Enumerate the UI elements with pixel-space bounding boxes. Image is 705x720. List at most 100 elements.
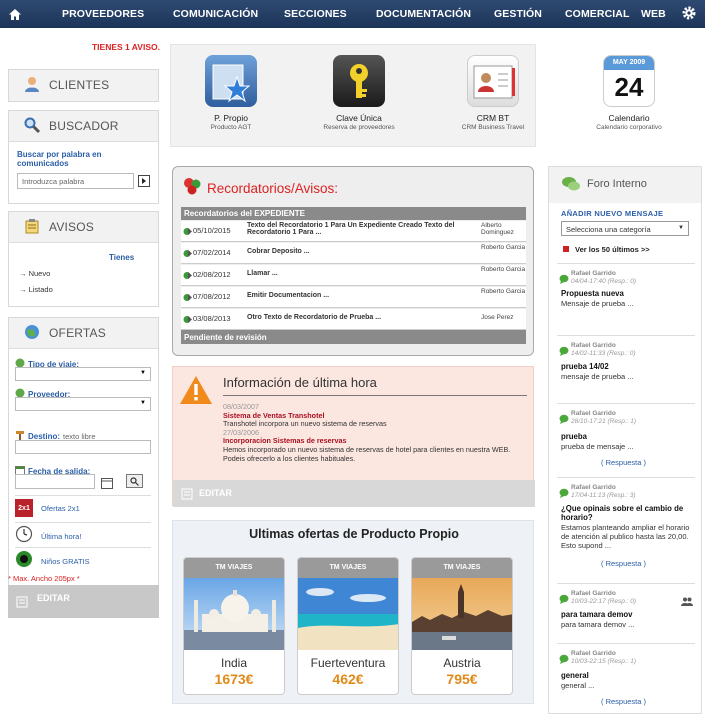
forum-post[interactable]: Rafael Garrido 04/04-17:40 (Resp.: 0) Pr… xyxy=(557,263,695,327)
reminder-row[interactable]: 02/08/2012 Llamar ... Roberto Garcia xyxy=(181,265,526,286)
post-title[interactable]: para tamara demov xyxy=(561,610,695,619)
info-title: Información de última hora xyxy=(223,375,377,390)
offer-brand: TM VIAJES xyxy=(184,558,284,578)
info-text: Hemos incorporado un nuevo sistema de re… xyxy=(223,444,511,463)
reply-link[interactable]: ( Respuesta ) xyxy=(601,458,646,467)
avisos-title: AVISOS xyxy=(49,220,94,234)
reminder-text: Cobrar Deposito ... xyxy=(247,248,310,255)
calendar-month: MAY 2009 xyxy=(604,56,654,70)
buscador-title: BUSCADOR xyxy=(49,119,119,133)
post-divider xyxy=(557,583,695,584)
arrow-right-icon xyxy=(142,178,147,184)
offer-card-fuerteventura[interactable]: TM VIAJES Fuerteventura 462€ xyxy=(297,557,399,695)
ninos-gratis-link[interactable]: Niños GRATIS xyxy=(15,550,90,573)
buscador-label: Buscar por palabra en comunicados xyxy=(17,150,102,168)
forum-post[interactable]: Rafael Garrido 17/04-11:13 (Resp.: 3) ¿Q… xyxy=(557,477,695,583)
proveedor-select[interactable] xyxy=(15,397,151,411)
ofertas-divider xyxy=(15,522,151,523)
reminder-text: Texto del Recordatorio 1 Para Un Expedie… xyxy=(247,222,455,236)
editar-left-label: EDITAR xyxy=(37,593,70,603)
reply-link[interactable]: ( Respuesta ) xyxy=(601,697,646,706)
ofertas-box: OFERTAS Tipo de viaje: Proveedor: Destin… xyxy=(8,317,159,598)
app-title: P. Propio xyxy=(214,113,248,123)
category-select[interactable]: Selecciona una categoría xyxy=(561,221,689,236)
search-offers-button[interactable] xyxy=(126,474,143,488)
reply-link[interactable]: ( Respuesta ) xyxy=(601,559,646,568)
speech-bubble-icon xyxy=(559,343,569,361)
info-divider xyxy=(223,395,527,396)
search-input[interactable]: Introduzca palabra xyxy=(17,173,135,189)
recordatorios-footer[interactable]: Pendiente de revisión xyxy=(181,330,526,344)
app-calendario[interactable]: MAY 2009 24 Calendario Calendario corpor… xyxy=(589,55,669,131)
offer-card-austria[interactable]: TM VIAJES Austria 795€ xyxy=(411,557,513,695)
avisos-header: AVISOS xyxy=(9,212,158,242)
editar-info-button[interactable]: EDITAR xyxy=(173,480,535,507)
red-square-icon xyxy=(563,246,569,252)
offer-brand: TM VIAJES xyxy=(298,558,398,578)
avisos-listado-link[interactable]: → Listado xyxy=(19,285,53,294)
reminder-row[interactable]: 07/08/2012 Emitir Documentacion ... Robe… xyxy=(181,287,526,308)
post-time: 17/04-11:13 (Resp.: 3) xyxy=(571,492,636,499)
reminder-author: Jose Perez xyxy=(481,314,514,321)
post-title[interactable]: prueba 14/02 xyxy=(561,362,695,371)
post-title[interactable]: general xyxy=(561,671,695,680)
reminder-arrow-icon xyxy=(183,271,193,282)
avisos-nuevo-link[interactable]: → Nuevo xyxy=(19,269,50,278)
nav-comercial[interactable]: COMERCIAL xyxy=(565,8,629,20)
reminder-row[interactable]: 07/02/2014 Cobrar Deposito ... Roberto G… xyxy=(181,243,526,264)
offer-place: Fuerteventura xyxy=(310,656,386,670)
magnifier-icon xyxy=(23,116,41,137)
alert-notice[interactable]: TIENES 1 AVISO. xyxy=(92,42,160,52)
reminder-date: 02/08/2012 xyxy=(193,270,231,279)
search-submit-button[interactable] xyxy=(138,175,150,187)
reminder-author: Alberto Dominguez xyxy=(481,222,514,236)
app-p-propio[interactable]: P. Propio Producto AGT xyxy=(191,55,271,131)
buscador-header: BUSCADOR xyxy=(9,111,158,141)
post-title[interactable]: Propuesta nueva xyxy=(561,289,695,298)
post-author: Rafael Garrido xyxy=(571,650,616,657)
calendar-picker-icon[interactable] xyxy=(101,476,113,494)
clientes-box[interactable]: CLIENTES xyxy=(8,69,159,102)
ultima-hora-label: Última hora! xyxy=(41,532,82,541)
nav-secciones[interactable]: SECCIONES xyxy=(284,8,347,20)
reminder-text: Otro Texto de Recordatorio de Prueba ... xyxy=(247,314,382,321)
reminder-date: 05/10/2015 xyxy=(193,226,231,235)
ultima-hora-panel: Información de última hora 08/03/2007 Si… xyxy=(172,366,535,507)
destino-input[interactable] xyxy=(15,440,151,454)
nav-proveedores[interactable]: PROVEEDORES xyxy=(62,8,144,20)
forum-post[interactable]: Rafael Garrido 10/03-22:17 (Resp.: 0) pa… xyxy=(557,583,695,643)
forum-post[interactable]: Rafael Garrido 28/10-17:21 (Resp.: 1) pr… xyxy=(557,403,695,473)
nav-documentacion[interactable]: DOCUMENTACIÓN xyxy=(376,8,471,20)
speech-bubble-icon xyxy=(559,591,569,609)
editar-left-button[interactable]: EDITAR xyxy=(8,585,159,618)
contact-card-icon xyxy=(467,55,519,107)
ofertas-2x1-link[interactable]: 2x1 Ofertas 2x1 xyxy=(15,499,80,517)
nav-web[interactable]: WEB xyxy=(641,8,666,20)
post-author: Rafael Garrido xyxy=(571,484,616,491)
reminder-arrow-icon xyxy=(183,293,193,304)
ninos-gratis-label: Niños GRATIS xyxy=(41,557,90,566)
gear-icon[interactable] xyxy=(681,5,697,26)
user-icon xyxy=(23,75,41,96)
reminder-row[interactable]: 03/08/2013 Otro Texto de Recordatorio de… xyxy=(181,309,526,330)
reminder-row[interactable]: 05/10/2015 Texto del Recordatorio 1 Para… xyxy=(181,221,526,242)
ultima-hora-link[interactable]: Última hora! xyxy=(15,525,81,548)
edit-icon xyxy=(181,488,193,502)
add-message-link[interactable]: AÑADIR NUEVO MENSAJE xyxy=(561,209,663,218)
offer-price: 462€ xyxy=(332,671,364,687)
reminder-date: 07/02/2014 xyxy=(193,248,231,257)
nav-gestion[interactable]: GESTIÓN xyxy=(494,8,542,20)
fecha-input[interactable] xyxy=(15,474,95,489)
offer-card-india[interactable]: TM VIAJES India 1673€ xyxy=(183,557,285,695)
post-title[interactable]: prueba xyxy=(561,432,695,441)
forum-post[interactable]: Rafael Garrido 14/02-11:33 (Resp.: 0) pr… xyxy=(557,335,695,399)
nav-comunicacion[interactable]: COMUNICACIÓN xyxy=(173,8,258,20)
last-50-link[interactable]: Ver los 50 últimos >> xyxy=(563,245,650,254)
app-crm-bt[interactable]: CRM BT CRM Business Travel xyxy=(453,55,533,131)
tipo-viaje-select[interactable] xyxy=(15,367,151,381)
post-title[interactable]: ¿Que opinais sobre el cambio de horario? xyxy=(561,504,695,522)
forum-post[interactable]: Rafael Garrido 10/03-22:15 (Resp.: 1) ge… xyxy=(557,643,695,713)
home-icon[interactable] xyxy=(0,0,30,28)
reminder-author: Roberto Garcia xyxy=(481,266,526,273)
app-clave-unica[interactable]: Clave Única Reserva de proveedores xyxy=(319,55,399,131)
